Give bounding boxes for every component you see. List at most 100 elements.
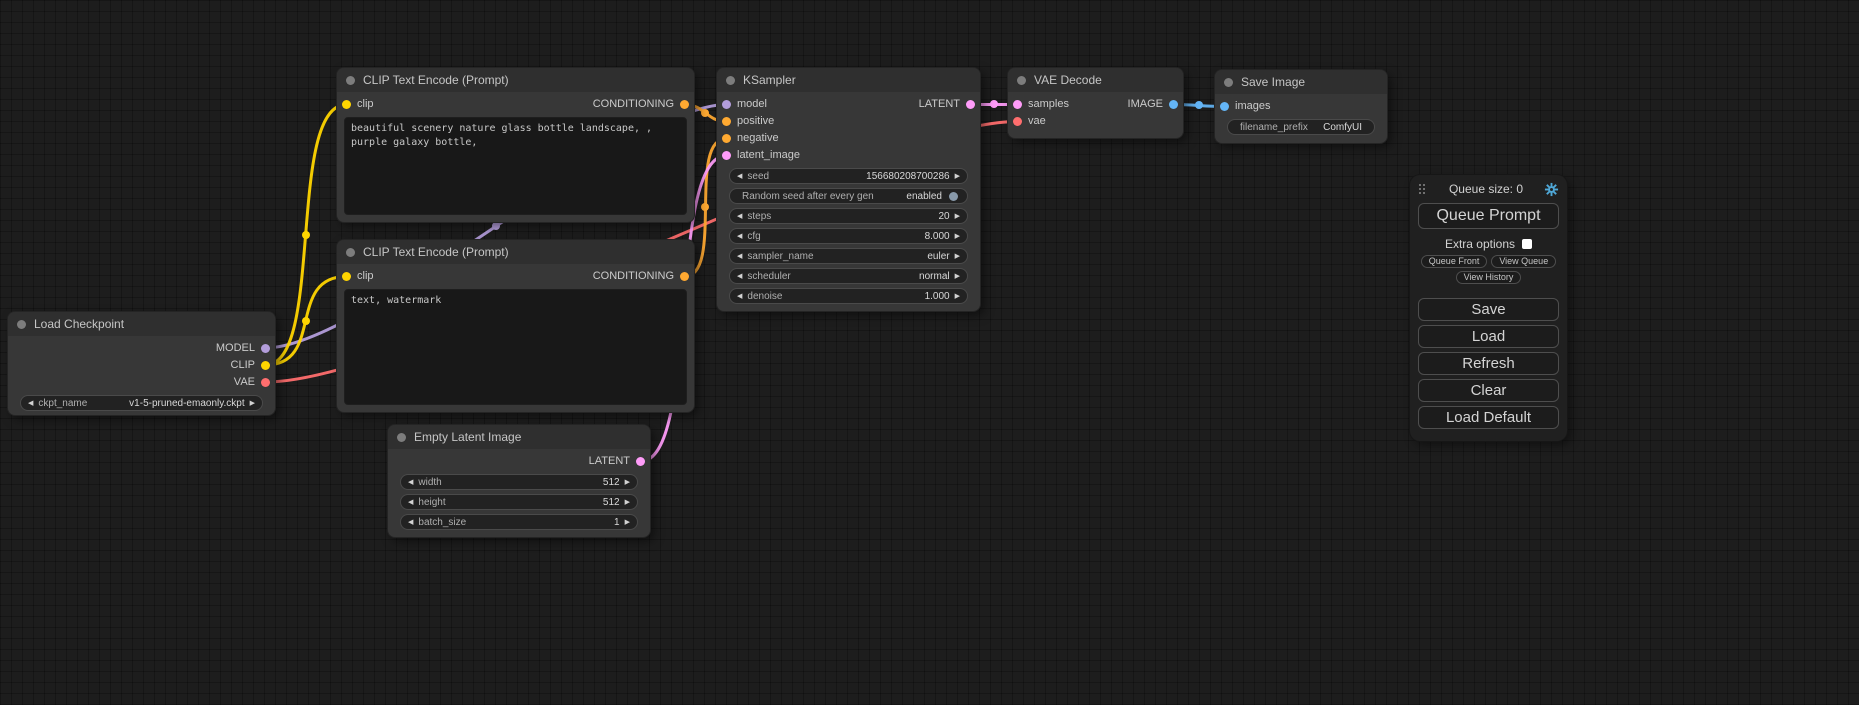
- widget-width[interactable]: ◀ width 512 ▶: [400, 474, 638, 490]
- output-dot-latent[interactable]: [966, 100, 975, 109]
- input-dot-positive[interactable]: [722, 117, 731, 126]
- drag-handle-icon[interactable]: [1418, 184, 1428, 195]
- widget-sampler-name[interactable]: ◀ sampler_name euler ▶: [729, 248, 968, 264]
- decrement-arrow-icon[interactable]: ◀: [735, 293, 744, 300]
- node-title-bar[interactable]: Empty Latent Image: [388, 425, 650, 449]
- widget-height[interactable]: ◀ height 512 ▶: [400, 494, 638, 510]
- collapse-dot-icon[interactable]: [726, 76, 735, 85]
- extra-options-checkbox[interactable]: [1522, 239, 1532, 249]
- output-dot-model[interactable]: [261, 344, 270, 353]
- slot-row: model LATENT: [717, 96, 980, 113]
- collapse-dot-icon[interactable]: [346, 248, 355, 257]
- increment-arrow-icon[interactable]: ▶: [953, 273, 962, 280]
- input-dot-latent-image[interactable]: [722, 151, 731, 160]
- output-dot-conditioning[interactable]: [680, 100, 689, 109]
- node-title-bar[interactable]: Save Image: [1215, 70, 1387, 94]
- input-dot-vae[interactable]: [1013, 117, 1022, 126]
- collapse-dot-icon[interactable]: [1017, 76, 1026, 85]
- node-vae-decode[interactable]: VAE Decode samples IMAGE vae: [1008, 68, 1183, 138]
- input-dot-clip[interactable]: [342, 272, 351, 281]
- refresh-button[interactable]: Refresh: [1418, 352, 1559, 375]
- widget-batch-size[interactable]: ◀ batch_size 1 ▶: [400, 514, 638, 530]
- widget-denoise[interactable]: ◀ denoise 1.000 ▶: [729, 288, 968, 304]
- menu-header: Queue size: 0: [1418, 181, 1559, 197]
- node-title-bar[interactable]: VAE Decode: [1008, 68, 1183, 92]
- increment-arrow-icon[interactable]: ▶: [953, 173, 962, 180]
- load-default-button[interactable]: Load Default: [1418, 406, 1559, 429]
- widget-seed-control[interactable]: Random seed after every gen enabled: [729, 188, 968, 204]
- decrement-arrow-icon[interactable]: ◀: [735, 213, 744, 220]
- widget-ckpt-name[interactable]: ◀ ckpt_name v1-5-pruned-emaonly.ckpt ▶: [20, 395, 263, 411]
- slot-label: clip: [357, 98, 374, 110]
- increment-arrow-icon[interactable]: ▶: [953, 213, 962, 220]
- increment-arrow-icon[interactable]: ▶: [248, 400, 257, 407]
- node-save-image[interactable]: Save Image images filename_prefix ComfyU…: [1215, 70, 1387, 143]
- widget-filename-prefix[interactable]: filename_prefix ComfyUI: [1227, 119, 1375, 135]
- input-dot-model[interactable]: [722, 100, 731, 109]
- node-title-bar[interactable]: KSampler: [717, 68, 980, 92]
- decrement-arrow-icon[interactable]: ◀: [735, 173, 744, 180]
- slot-label: CONDITIONING: [593, 270, 674, 282]
- node-empty-latent-image[interactable]: Empty Latent Image LATENT ◀ width 512 ▶ …: [388, 425, 650, 537]
- node-clip-text-encode-negative[interactable]: CLIP Text Encode (Prompt) clip CONDITION…: [337, 240, 694, 412]
- increment-arrow-icon[interactable]: ▶: [623, 499, 632, 506]
- decrement-arrow-icon[interactable]: ◀: [735, 253, 744, 260]
- node-title: CLIP Text Encode (Prompt): [363, 73, 509, 87]
- view-history-button[interactable]: View History: [1456, 271, 1522, 284]
- widget-seed[interactable]: ◀ seed 156680208700286 ▶: [729, 168, 968, 184]
- comfy-menu[interactable]: Queue size: 0 Queue Prompt Extra options…: [1410, 175, 1567, 441]
- input-slot-vae: vae: [1008, 113, 1183, 130]
- queue-size-label: Queue size: 0: [1428, 182, 1544, 196]
- decrement-arrow-icon[interactable]: ◀: [406, 519, 415, 526]
- decrement-arrow-icon[interactable]: ◀: [406, 499, 415, 506]
- positive-prompt-textarea[interactable]: beautiful scenery nature glass bottle la…: [344, 117, 687, 215]
- seed-toggle-icon[interactable]: [949, 192, 958, 201]
- widget-steps[interactable]: ◀ steps 20 ▶: [729, 208, 968, 224]
- widget-value: v1-5-pruned-emaonly.ckpt: [129, 398, 244, 409]
- node-graph-canvas[interactable]: Load Checkpoint MODEL CLIP VAE ◀ ckpt_na…: [0, 0, 1859, 705]
- output-dot-conditioning[interactable]: [680, 272, 689, 281]
- node-clip-text-encode-positive[interactable]: CLIP Text Encode (Prompt) clip CONDITION…: [337, 68, 694, 222]
- increment-arrow-icon[interactable]: ▶: [623, 519, 632, 526]
- queue-prompt-button[interactable]: Queue Prompt: [1418, 203, 1559, 229]
- node-title-bar[interactable]: Load Checkpoint: [8, 312, 275, 336]
- node-title-bar[interactable]: CLIP Text Encode (Prompt): [337, 68, 694, 92]
- settings-gear-icon[interactable]: [1544, 182, 1559, 197]
- output-dot-image[interactable]: [1169, 100, 1178, 109]
- negative-prompt-textarea[interactable]: text, watermark: [344, 289, 687, 405]
- node-load-checkpoint[interactable]: Load Checkpoint MODEL CLIP VAE ◀ ckpt_na…: [8, 312, 275, 415]
- node-title-bar[interactable]: CLIP Text Encode (Prompt): [337, 240, 694, 264]
- input-slot-positive: positive: [717, 113, 980, 130]
- load-button[interactable]: Load: [1418, 325, 1559, 348]
- widget-scheduler[interactable]: ◀ scheduler normal ▶: [729, 268, 968, 284]
- input-dot-samples[interactable]: [1013, 100, 1022, 109]
- clear-button[interactable]: Clear: [1418, 379, 1559, 402]
- input-dot-clip[interactable]: [342, 100, 351, 109]
- increment-arrow-icon[interactable]: ▶: [953, 233, 962, 240]
- decrement-arrow-icon[interactable]: ◀: [406, 479, 415, 486]
- input-dot-images[interactable]: [1220, 102, 1229, 111]
- input-dot-negative[interactable]: [722, 134, 731, 143]
- queue-front-button[interactable]: Queue Front: [1421, 255, 1488, 268]
- collapse-dot-icon[interactable]: [17, 320, 26, 329]
- collapse-dot-icon[interactable]: [346, 76, 355, 85]
- output-slot-model: MODEL: [8, 340, 275, 357]
- increment-arrow-icon[interactable]: ▶: [953, 253, 962, 260]
- collapse-dot-icon[interactable]: [1224, 78, 1233, 87]
- output-dot-clip[interactable]: [261, 361, 270, 370]
- increment-arrow-icon[interactable]: ▶: [623, 479, 632, 486]
- widget-cfg[interactable]: ◀ cfg 8.000 ▶: [729, 228, 968, 244]
- decrement-arrow-icon[interactable]: ◀: [735, 233, 744, 240]
- decrement-arrow-icon[interactable]: ◀: [26, 400, 35, 407]
- wire-clip-negative-midpoint-dot: [302, 317, 310, 325]
- collapse-dot-icon[interactable]: [397, 433, 406, 442]
- decrement-arrow-icon[interactable]: ◀: [735, 273, 744, 280]
- widget-label: denoise: [747, 291, 782, 302]
- view-queue-button[interactable]: View Queue: [1491, 255, 1556, 268]
- node-ksampler[interactable]: KSampler model LATENT positive negative …: [717, 68, 980, 311]
- output-dot-vae[interactable]: [261, 378, 270, 387]
- output-dot-latent[interactable]: [636, 457, 645, 466]
- input-slot-negative: negative: [717, 130, 980, 147]
- increment-arrow-icon[interactable]: ▶: [953, 293, 962, 300]
- save-button[interactable]: Save: [1418, 298, 1559, 321]
